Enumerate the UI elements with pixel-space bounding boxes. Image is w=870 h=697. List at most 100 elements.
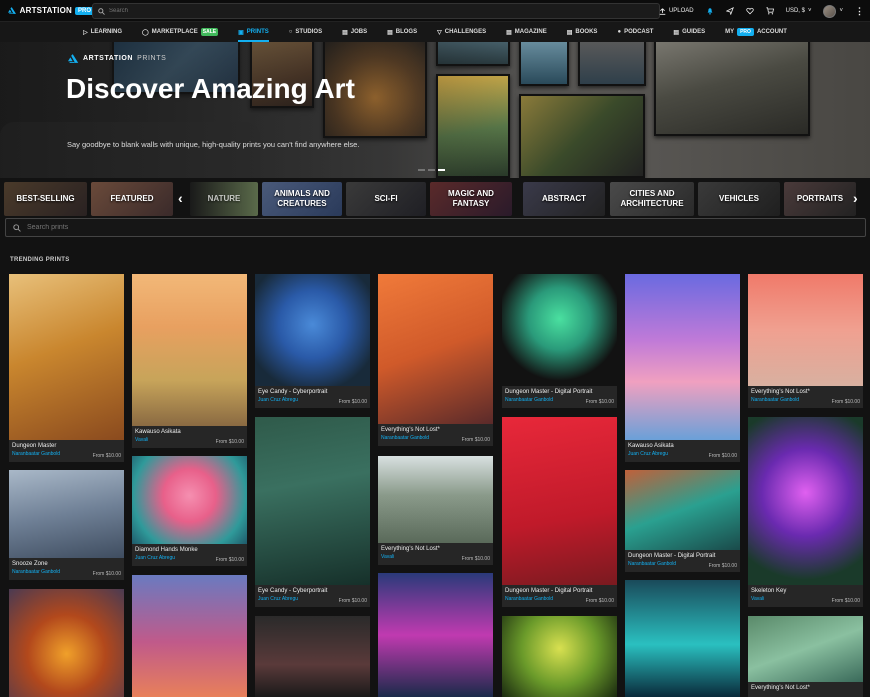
avatar [823,4,837,18]
upload-button[interactable]: UPLOAD [659,7,694,15]
carousel-dot[interactable] [418,169,425,171]
chevron-left-icon[interactable]: ‹ [178,190,183,206]
print-card[interactable] [255,616,370,697]
print-image [378,573,493,697]
global-search[interactable] [92,3,660,19]
print-image [255,274,370,386]
artstation-logo[interactable]: ARTSTATION PRO [8,5,94,16]
category-nature[interactable]: NATURE [190,182,258,216]
print-card[interactable]: Dungeon Master - Digital Portrait Naranba… [502,274,617,408]
graduation-cap-icon: ▷ [83,29,88,36]
print-image [502,274,617,386]
search-icon [98,7,105,15]
print-card[interactable]: Everything's Not Lost* Naranbaatar Ganbol… [748,274,863,408]
print-image [9,274,124,440]
category-vehicles[interactable]: VEHICLES [698,182,780,216]
nav-learning[interactable]: ▷ LEARNING [83,22,122,42]
nav-my-pro-account[interactable]: MY PRO ACCOUNT [725,22,787,42]
pro-badge: PRO [737,28,754,36]
trophy-icon: ▽ [437,29,442,36]
hero-banner: ARTSTATION PRINTS Discover Amazing Art S… [0,42,870,178]
category-abstract[interactable]: ABSTRACT [523,182,605,216]
print-card[interactable]: Everything's Not Lost* Naranbaatar Ganbol… [378,274,493,446]
nav-podcast[interactable]: ● PODCAST [617,22,653,42]
nav-jobs[interactable]: ▤ JOBS [342,22,367,42]
artstation-logo-icon [68,54,79,63]
print-card[interactable] [132,575,247,697]
print-card[interactable] [625,580,740,697]
hero-carousel-dots[interactable] [418,169,445,171]
print-card[interactable]: Kawauso Asikata Vavali From $10.00 [132,274,247,448]
trending-prints-heading: TRENDING PRINTS [10,257,70,263]
print-card[interactable]: Everything's Not Lost* Vavali From $10.00 [378,456,493,565]
cart-icon[interactable] [766,7,774,15]
nav-blogs[interactable]: ▤ BLOGS [387,22,417,42]
top-bar: ARTSTATION PRO UPLOAD USD, $ ˅ ˅ ⋮ [0,0,870,22]
heart-icon[interactable] [745,7,754,15]
print-image [132,575,247,697]
print-card[interactable]: Diamond Hands Monke Juan Cruz Abregu From … [132,456,247,566]
carousel-dot[interactable] [428,169,435,171]
nav-marketplace[interactable]: ◯ MARKETPLACE SALE [142,22,219,42]
category-portraits[interactable]: PORTRAITS [784,182,856,216]
print-card[interactable]: Eye Candy - Cyberportrait Juan Cruz Abreg… [255,417,370,607]
nav-books[interactable]: ▤ BOOKS [567,22,598,42]
print-image [502,417,617,585]
nav-guides[interactable]: ▤ GUIDES [673,22,705,42]
print-card[interactable] [9,589,124,697]
print-card[interactable] [502,616,617,697]
print-image [255,417,370,585]
print-card[interactable]: Kawauso Asikata Juan Cruz Abregu From $10.… [625,274,740,462]
hero-subtitle: Say goodbye to blank walls with unique, … [67,140,360,149]
messages-send-icon[interactable] [725,7,734,15]
global-search-input[interactable] [109,8,609,14]
artstation-logo-icon [8,7,16,14]
print-card[interactable]: Eye Candy - Cyberportrait Juan Cruz Abreg… [255,274,370,408]
search-prints-input[interactable] [27,224,827,231]
print-card[interactable]: Dungeon Master - Digital Portrait Naranba… [502,417,617,607]
print-card[interactable] [378,573,493,697]
carousel-dot-active[interactable] [438,169,445,171]
hero-brand: ARTSTATION PRINTS [68,54,166,63]
more-vertical-icon[interactable]: ⋮ [855,6,864,17]
search-prints[interactable] [5,218,866,237]
hero-brand-suffix: PRINTS [137,55,167,62]
currency-selector[interactable]: USD, $ ˅ [786,8,812,14]
upload-label: UPLOAD [668,8,694,14]
category-cities-and-architecture[interactable]: CITIES AND ARCHITECTURE [610,182,694,216]
category-featured[interactable]: FEATURED [91,182,173,216]
print-image [625,274,740,440]
logo-text: ARTSTATION [19,6,72,15]
category-strip: BEST-SELLING FEATURED ‹ NATURE ANIMALS A… [0,182,870,216]
nav-prints[interactable]: ▣ PRINTS [238,22,269,42]
print-image [132,456,247,544]
briefcase-icon: ▤ [342,29,348,36]
magazine-icon: ▤ [506,29,512,36]
nav-studios[interactable]: ○ STUDIOS [289,22,322,42]
category-sci-fi[interactable]: SCI-FI [346,182,426,216]
notifications-bell-icon[interactable] [706,7,714,15]
user-menu[interactable]: ˅ [823,4,843,18]
print-image [378,456,493,543]
print-image [132,274,247,426]
upload-icon [659,7,666,15]
print-image [625,470,740,550]
category-animals-and-creatures[interactable]: ANIMALS AND CREATURES [262,182,342,216]
microphone-icon: ● [617,29,622,35]
print-card[interactable]: Snooze Zone Naranbaatar Ganbold From $10.0… [9,470,124,580]
print-image [748,274,863,386]
print-card[interactable]: Dungeon Master - Digital Portrait Naranba… [625,470,740,572]
category-magic-and-fantasy[interactable]: MAGIC AND FANTASY [430,182,512,216]
book-icon: ▤ [566,29,573,36]
chevron-right-icon[interactable]: › [853,190,858,206]
hero-brand-text: ARTSTATION [83,55,134,62]
category-best-selling[interactable]: BEST-SELLING [4,182,87,216]
print-card[interactable]: Skeleton Key Vavali From $10.00 [748,417,863,607]
nav-magazine[interactable]: ▤ MAGAZINE [506,22,547,42]
print-card[interactable]: Everything's Not Lost* [748,616,863,697]
nav-challenges[interactable]: ▽ CHALLENGES [437,22,486,42]
print-image [502,616,617,697]
currency-label: USD, $ [785,8,805,14]
print-image [625,580,740,697]
print-card[interactable]: Dungeon Master Naranbaatar Ganbold From $1… [9,274,124,462]
